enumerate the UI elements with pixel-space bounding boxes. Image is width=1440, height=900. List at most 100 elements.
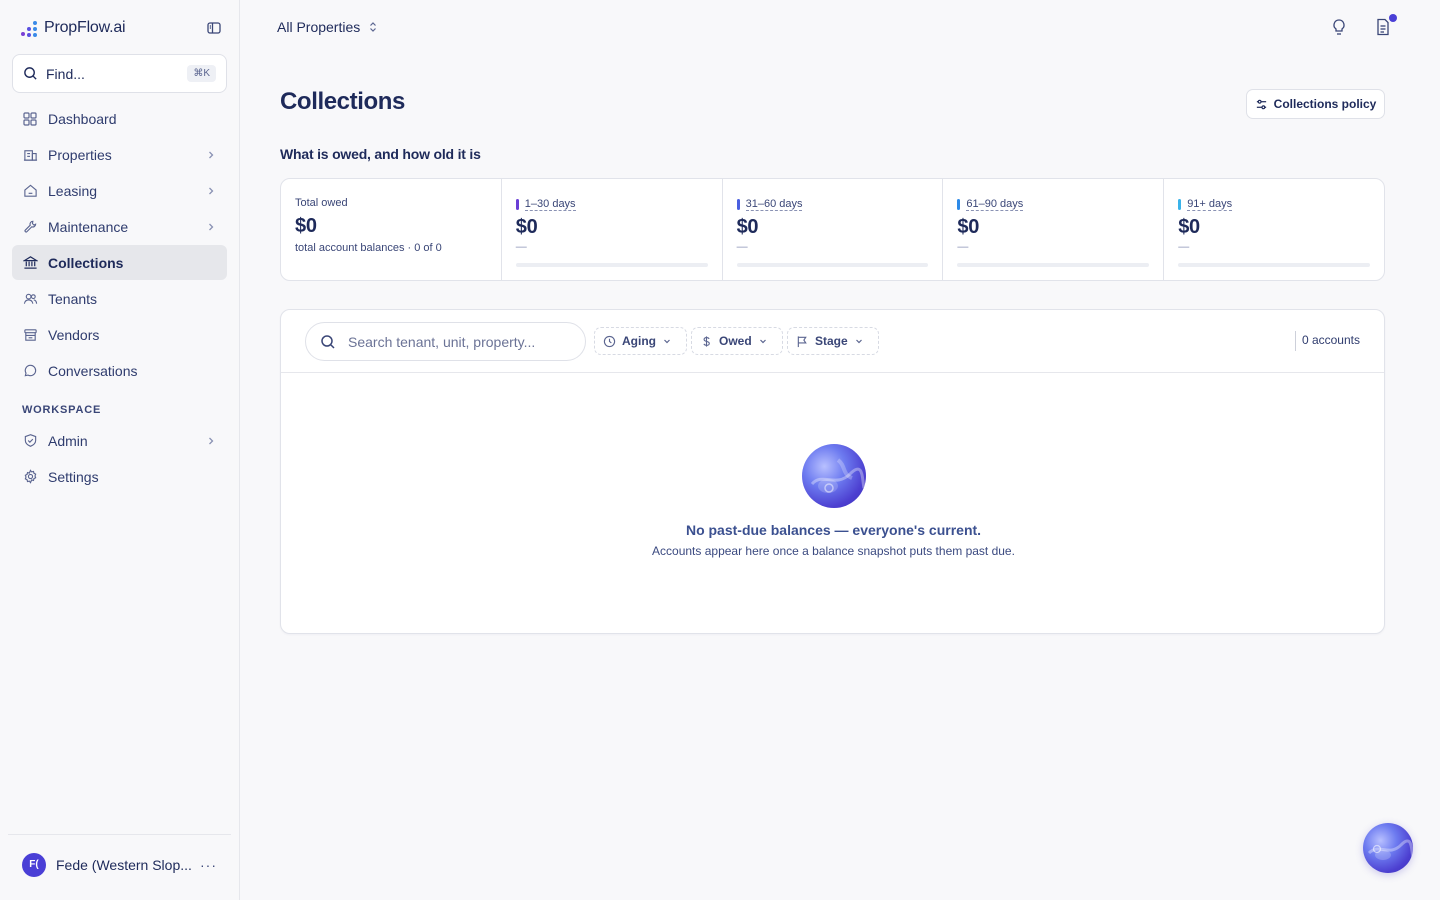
nav-item-admin[interactable]: Admin (12, 423, 227, 458)
nav-item-maintenance[interactable]: Maintenance (12, 209, 227, 244)
bucket-color-bar (736, 199, 740, 210)
aging-section-heading: What is owed, and how old it is (280, 146, 481, 162)
users-icon (22, 291, 38, 307)
bucket-card-61-90[interactable]: 61–90 days $0 — (942, 179, 1163, 280)
user-menu[interactable]: F( Fede (Western Slop... ··· (8, 834, 231, 894)
logo[interactable]: PropFlow.ai (20, 16, 224, 40)
wrench-icon (22, 219, 38, 235)
bucket-amount: $0 (1178, 216, 1200, 238)
search-placeholder: Search tenant, unit, property... (348, 333, 536, 350)
bucket-amount: $0 (957, 216, 980, 238)
bucket-progress-bar (1178, 263, 1370, 267)
sidebar-toggle-icon[interactable] (206, 20, 222, 36)
filter-owed[interactable]: Owed (691, 327, 783, 355)
bucket-card-31-60[interactable]: 31–60 days $0 — (721, 179, 943, 280)
bucket-color-bar (515, 199, 519, 210)
total-owed-amount: $0 (295, 215, 317, 237)
bucket-label-row: 31–60 days (736, 198, 929, 211)
sliders-icon (1256, 99, 1266, 109)
notification-dot (1389, 14, 1397, 22)
collections-policy-label: Collections policy (1273, 97, 1377, 111)
bucket-progress-bar (957, 263, 1150, 267)
main-nav: Dashboard Properties Leasing Maintenance… (12, 101, 227, 389)
bucket-label-row: 1–30 days (515, 198, 708, 211)
sidebar: PropFlow.ai Find... ⌘K Dashboard Propert… (0, 0, 240, 900)
nav-label: Maintenance (48, 218, 129, 235)
chevron-down-icon (759, 339, 766, 344)
bucket-detail: — (957, 241, 969, 253)
sort-arrows-icon (370, 22, 377, 32)
chevron-right-icon (209, 187, 214, 194)
nav-label: Settings (48, 468, 99, 485)
bucket-color-bar (957, 199, 961, 210)
workspace-heading: WORKSPACE (22, 404, 102, 416)
assistant-orb-icon (801, 444, 866, 508)
logo-icon (20, 18, 40, 38)
bucket-detail: — (736, 241, 748, 253)
chevron-right-icon (209, 223, 214, 230)
nav-item-conversations[interactable]: Conversations (12, 353, 227, 388)
nav-item-collections[interactable]: Collections (12, 245, 227, 280)
filter-aging[interactable]: Aging (594, 327, 687, 355)
bucket-amount: $0 (736, 216, 759, 238)
bucket-label: 61–90 days (966, 198, 1024, 211)
collections-policy-button[interactable]: Collections policy (1246, 89, 1385, 119)
search-icon (24, 67, 37, 80)
chevron-down-icon (664, 339, 670, 344)
accounts-search-input[interactable]: Search tenant, unit, property... (305, 322, 586, 361)
nav-item-settings[interactable]: Settings (12, 459, 227, 494)
nav-item-properties[interactable]: Properties (12, 137, 227, 172)
shortcut-badge: ⌘K (187, 65, 216, 82)
gear-icon (22, 469, 38, 485)
nav-label: Dashboard (48, 110, 117, 127)
building-icon (22, 147, 38, 163)
flag-icon (797, 335, 807, 347)
dollar-icon (703, 335, 710, 347)
find-label: Find... (46, 65, 85, 82)
property-selector-label: All Properties (277, 19, 361, 35)
nav-item-tenants[interactable]: Tenants (12, 281, 227, 316)
bucket-label: 1–30 days (524, 198, 576, 211)
empty-state-subtitle: Accounts appear here once a balance snap… (652, 544, 1015, 558)
more-options-icon[interactable]: ··· (200, 857, 217, 873)
total-owed-label: Total owed (295, 197, 348, 209)
nav-label: Tenants (48, 290, 98, 307)
clock-icon (603, 335, 616, 347)
filter-owed-label: Owed (719, 334, 752, 348)
find-input[interactable]: Find... ⌘K (12, 54, 227, 93)
nav-item-leasing[interactable]: Leasing (12, 173, 227, 208)
nav-label: Vendors (48, 326, 100, 343)
assistant-orb-icon (1367, 839, 1413, 860)
nav-label: Collections (48, 254, 124, 271)
chevron-down-icon (855, 339, 862, 344)
bucket-card-1-30[interactable]: 1–30 days $0 — (500, 179, 722, 280)
toolbar-divider (1295, 331, 1296, 351)
bucket-label: 31–60 days (745, 198, 803, 211)
bucket-color-bar (1178, 199, 1182, 210)
table-toolbar: Search tenant, unit, property... Aging O… (281, 310, 1384, 373)
bucket-detail: — (515, 241, 527, 253)
property-selector[interactable]: All Properties (277, 16, 378, 38)
avatar: F( (22, 852, 46, 877)
bank-icon (22, 255, 38, 271)
filter-aging-label: Aging (622, 334, 656, 348)
user-name: Fede (Western Slop... (56, 856, 192, 873)
search-icon (321, 334, 335, 349)
filter-stage[interactable]: Stage (787, 327, 879, 355)
nav-item-vendors[interactable]: Vendors (12, 317, 227, 352)
lightbulb-icon[interactable] (1329, 17, 1349, 37)
assistant-launcher-button[interactable] (1363, 823, 1413, 873)
bucket-progress-bar (736, 263, 929, 267)
empty-state-title: No past-due balances — everyone's curren… (685, 522, 982, 538)
nav-item-dashboard[interactable]: Dashboard (12, 101, 227, 136)
filter-stage-label: Stage (815, 334, 848, 348)
bucket-card-91-plus[interactable]: 91+ days $0 — (1163, 179, 1384, 280)
bucket-amount: $0 (515, 216, 538, 238)
chevron-right-icon (209, 437, 214, 444)
nav-label: Leasing (48, 182, 98, 199)
nav-label: Admin (48, 432, 88, 449)
page-title: Collections (280, 88, 405, 115)
nav-label: Properties (48, 146, 112, 163)
bucket-label-row: 91+ days (1178, 198, 1370, 211)
grid-icon (22, 111, 38, 127)
